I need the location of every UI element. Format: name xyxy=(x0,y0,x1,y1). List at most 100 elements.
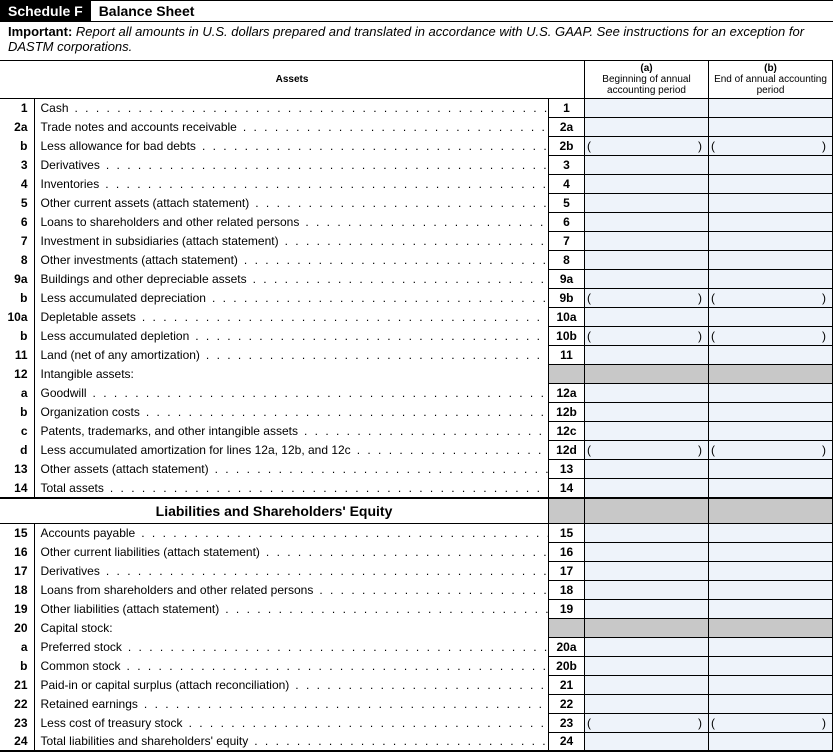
col-a-input[interactable] xyxy=(585,118,709,137)
line-ref: 14 xyxy=(549,479,585,498)
table-row: 11Land (net of any amortization)11 xyxy=(0,346,833,365)
table-row: 17Derivatives17 xyxy=(0,561,833,580)
line-ref: 12d xyxy=(549,441,585,460)
col-a-input[interactable]: () xyxy=(585,441,709,460)
col-b-input[interactable] xyxy=(709,384,833,403)
col-a-input[interactable]: () xyxy=(585,327,709,346)
col-a-input[interactable] xyxy=(585,599,709,618)
col-b-input[interactable] xyxy=(709,251,833,270)
col-a-input[interactable] xyxy=(585,694,709,713)
col-a-input[interactable]: () xyxy=(585,713,709,732)
line-number: 16 xyxy=(0,542,34,561)
table-row: 7Investment in subsidiaries (attach stat… xyxy=(0,232,833,251)
col-b-input[interactable]: () xyxy=(709,289,833,308)
table-row: 9aBuildings and other depreciable assets… xyxy=(0,270,833,289)
table-row: 16Other current liabilities (attach stat… xyxy=(0,542,833,561)
col-b-input[interactable] xyxy=(709,194,833,213)
line-description: Total liabilities and shareholders' equi… xyxy=(34,732,549,751)
col-b-input[interactable] xyxy=(709,637,833,656)
col-a-input[interactable] xyxy=(585,156,709,175)
col-b-input[interactable] xyxy=(709,99,833,118)
col-a-input[interactable] xyxy=(585,422,709,441)
line-number: 24 xyxy=(0,732,34,751)
table-row: 21Paid-in or capital surplus (attach rec… xyxy=(0,675,833,694)
col-a-input[interactable] xyxy=(585,479,709,498)
schedule-badge: Schedule F xyxy=(0,1,91,21)
line-description: Less cost of treasury stock xyxy=(34,713,549,732)
col-b-input[interactable] xyxy=(709,580,833,599)
col-a-input[interactable] xyxy=(585,561,709,580)
col-a-input[interactable]: () xyxy=(585,137,709,156)
col-b-input[interactable] xyxy=(709,213,833,232)
blank-cell xyxy=(585,498,709,524)
col-b-input[interactable] xyxy=(709,460,833,479)
col-b-input[interactable]: () xyxy=(709,713,833,732)
table-row: 13Other assets (attach statement)13 xyxy=(0,460,833,479)
line-description: Paid-in or capital surplus (attach recon… xyxy=(34,675,549,694)
col-b-input[interactable]: () xyxy=(709,137,833,156)
col-a-input[interactable]: () xyxy=(585,289,709,308)
line-number: 9a xyxy=(0,270,34,289)
col-b-input[interactable] xyxy=(709,732,833,751)
col-b-input[interactable] xyxy=(709,308,833,327)
line-ref: 10b xyxy=(549,327,585,346)
col-b-input[interactable] xyxy=(709,118,833,137)
col-a-input[interactable] xyxy=(585,656,709,675)
line-ref: 19 xyxy=(549,599,585,618)
line-ref: 8 xyxy=(549,251,585,270)
line-number: b xyxy=(0,403,34,422)
col-a-input[interactable] xyxy=(585,213,709,232)
col-b-input[interactable] xyxy=(709,656,833,675)
col-a-input[interactable] xyxy=(585,384,709,403)
col-a-input[interactable] xyxy=(585,460,709,479)
col-b-input[interactable] xyxy=(709,694,833,713)
table-row: aPreferred stock20a xyxy=(0,637,833,656)
col-b-input[interactable] xyxy=(709,479,833,498)
line-number: 20 xyxy=(0,618,34,637)
col-a-input[interactable] xyxy=(585,251,709,270)
col-b-input[interactable] xyxy=(709,270,833,289)
line-number: 6 xyxy=(0,213,34,232)
col-b-input[interactable] xyxy=(709,422,833,441)
col-a-input[interactable] xyxy=(585,675,709,694)
important-note: Important: Report all amounts in U.S. do… xyxy=(0,21,833,60)
line-ref: 9a xyxy=(549,270,585,289)
line-ref: 2b xyxy=(549,137,585,156)
col-a-input[interactable] xyxy=(585,637,709,656)
col-a-input[interactable] xyxy=(585,346,709,365)
line-number: 12 xyxy=(0,365,34,384)
col-a-input[interactable] xyxy=(585,175,709,194)
col-b-input[interactable] xyxy=(709,156,833,175)
col-a-input[interactable] xyxy=(585,732,709,751)
col-a-input[interactable] xyxy=(585,542,709,561)
col-b-input[interactable] xyxy=(709,523,833,542)
blank-cell xyxy=(549,498,585,524)
line-number: b xyxy=(0,327,34,346)
col-a-input[interactable] xyxy=(585,270,709,289)
col-b-input[interactable] xyxy=(709,232,833,251)
col-a-input[interactable] xyxy=(585,308,709,327)
blank-cell xyxy=(709,498,833,524)
col-a-input[interactable] xyxy=(585,194,709,213)
col-a-input[interactable] xyxy=(585,99,709,118)
col-b-input[interactable] xyxy=(709,542,833,561)
col-b-input[interactable] xyxy=(709,599,833,618)
col-b-input[interactable] xyxy=(709,346,833,365)
col-a-input[interactable] xyxy=(585,403,709,422)
col-b-input[interactable] xyxy=(709,675,833,694)
col-a-input[interactable] xyxy=(585,580,709,599)
table-row: 19Other liabilities (attach statement)19 xyxy=(0,599,833,618)
col-a-input[interactable] xyxy=(585,232,709,251)
col-a-input[interactable] xyxy=(585,523,709,542)
important-text: Report all amounts in U.S. dollars prepa… xyxy=(8,24,804,54)
table-row: 22Retained earnings22 xyxy=(0,694,833,713)
col-b-input[interactable]: () xyxy=(709,327,833,346)
line-number: a xyxy=(0,637,34,656)
col-b-input[interactable]: () xyxy=(709,441,833,460)
col-b-input[interactable] xyxy=(709,175,833,194)
line-description: Other assets (attach statement) xyxy=(34,460,549,479)
col-b-input[interactable] xyxy=(709,561,833,580)
line-description: Other current assets (attach statement) xyxy=(34,194,549,213)
col-b-input[interactable] xyxy=(709,403,833,422)
line-description: Intangible assets: xyxy=(34,365,549,384)
